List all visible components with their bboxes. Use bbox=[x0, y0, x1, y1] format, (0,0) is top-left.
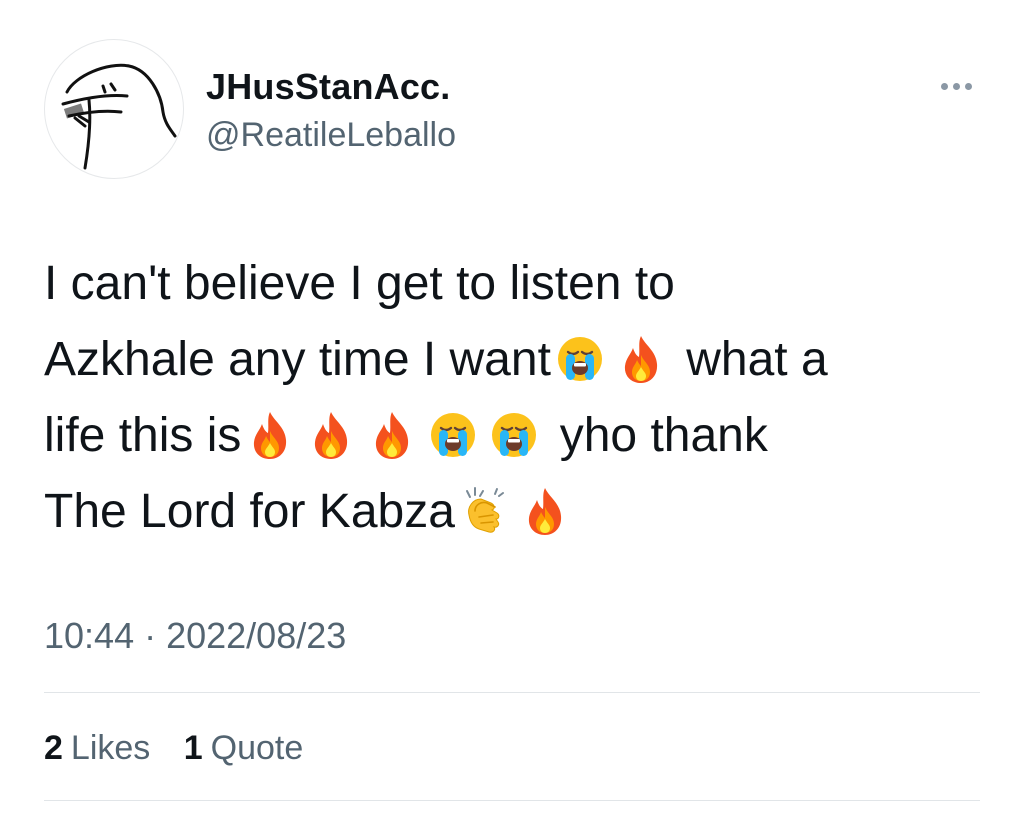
more-options-button[interactable] bbox=[928, 66, 984, 106]
display-name[interactable]: JHusStanAcc. bbox=[206, 66, 451, 108]
divider bbox=[44, 692, 980, 693]
tweet-text: I can't believe I get to listen to Azkhal… bbox=[44, 246, 994, 550]
quotes-stat[interactable]: 1 Quote bbox=[184, 729, 304, 767]
user-handle[interactable]: @ReatileLeballo bbox=[206, 114, 456, 156]
engagement-stats: 2 Likes 1 Quote bbox=[44, 726, 327, 770]
likes-label: Likes bbox=[70, 729, 151, 767]
tweet-text-line: The Lord for Kabza bbox=[44, 474, 994, 550]
divider bbox=[44, 800, 980, 801]
quotes-count: 1 bbox=[183, 729, 203, 767]
fire-icon bbox=[306, 409, 356, 461]
fire-icon bbox=[616, 333, 666, 385]
likes-stat[interactable]: 2 Likes bbox=[44, 729, 150, 767]
tweet-text-segment: Azkhale any time I want bbox=[44, 333, 551, 386]
tweet-card: JHusStanAcc. @ReatileLeballo I can't bel… bbox=[0, 0, 1024, 814]
tweet-timestamp[interactable]: 10:44 · 2022/08/23 bbox=[44, 614, 346, 658]
more-dot-icon bbox=[952, 82, 960, 90]
tweet-text-segment: The Lord for Kabza bbox=[44, 485, 455, 538]
tweet-text-line: Azkhale any time I want what a bbox=[44, 322, 994, 398]
quotes-label: Quote bbox=[210, 729, 304, 767]
tweet-text-segment: what a bbox=[672, 333, 828, 386]
loudly-crying-face-icon bbox=[428, 409, 478, 461]
clapping-hands-icon bbox=[459, 485, 509, 537]
tweet-text-segment: life this is bbox=[44, 409, 242, 462]
avatar-sketch-icon bbox=[61, 63, 177, 170]
tweet-text-segment: yho thank bbox=[546, 409, 768, 462]
tweet-text-line: I can't believe I get to listen to bbox=[44, 246, 994, 322]
avatar[interactable] bbox=[44, 39, 184, 179]
more-dot-icon bbox=[940, 82, 948, 90]
loudly-crying-face-icon bbox=[489, 409, 539, 461]
tweet-text-line: life this is yho thank bbox=[44, 398, 994, 474]
fire-icon bbox=[367, 409, 417, 461]
fire-icon bbox=[520, 485, 570, 537]
tweet-text-segment: I can't believe I get to listen to bbox=[44, 257, 675, 310]
loudly-crying-face-icon bbox=[555, 333, 605, 385]
more-dot-icon bbox=[964, 82, 972, 90]
likes-count: 2 bbox=[44, 729, 63, 767]
fire-icon bbox=[245, 409, 295, 461]
